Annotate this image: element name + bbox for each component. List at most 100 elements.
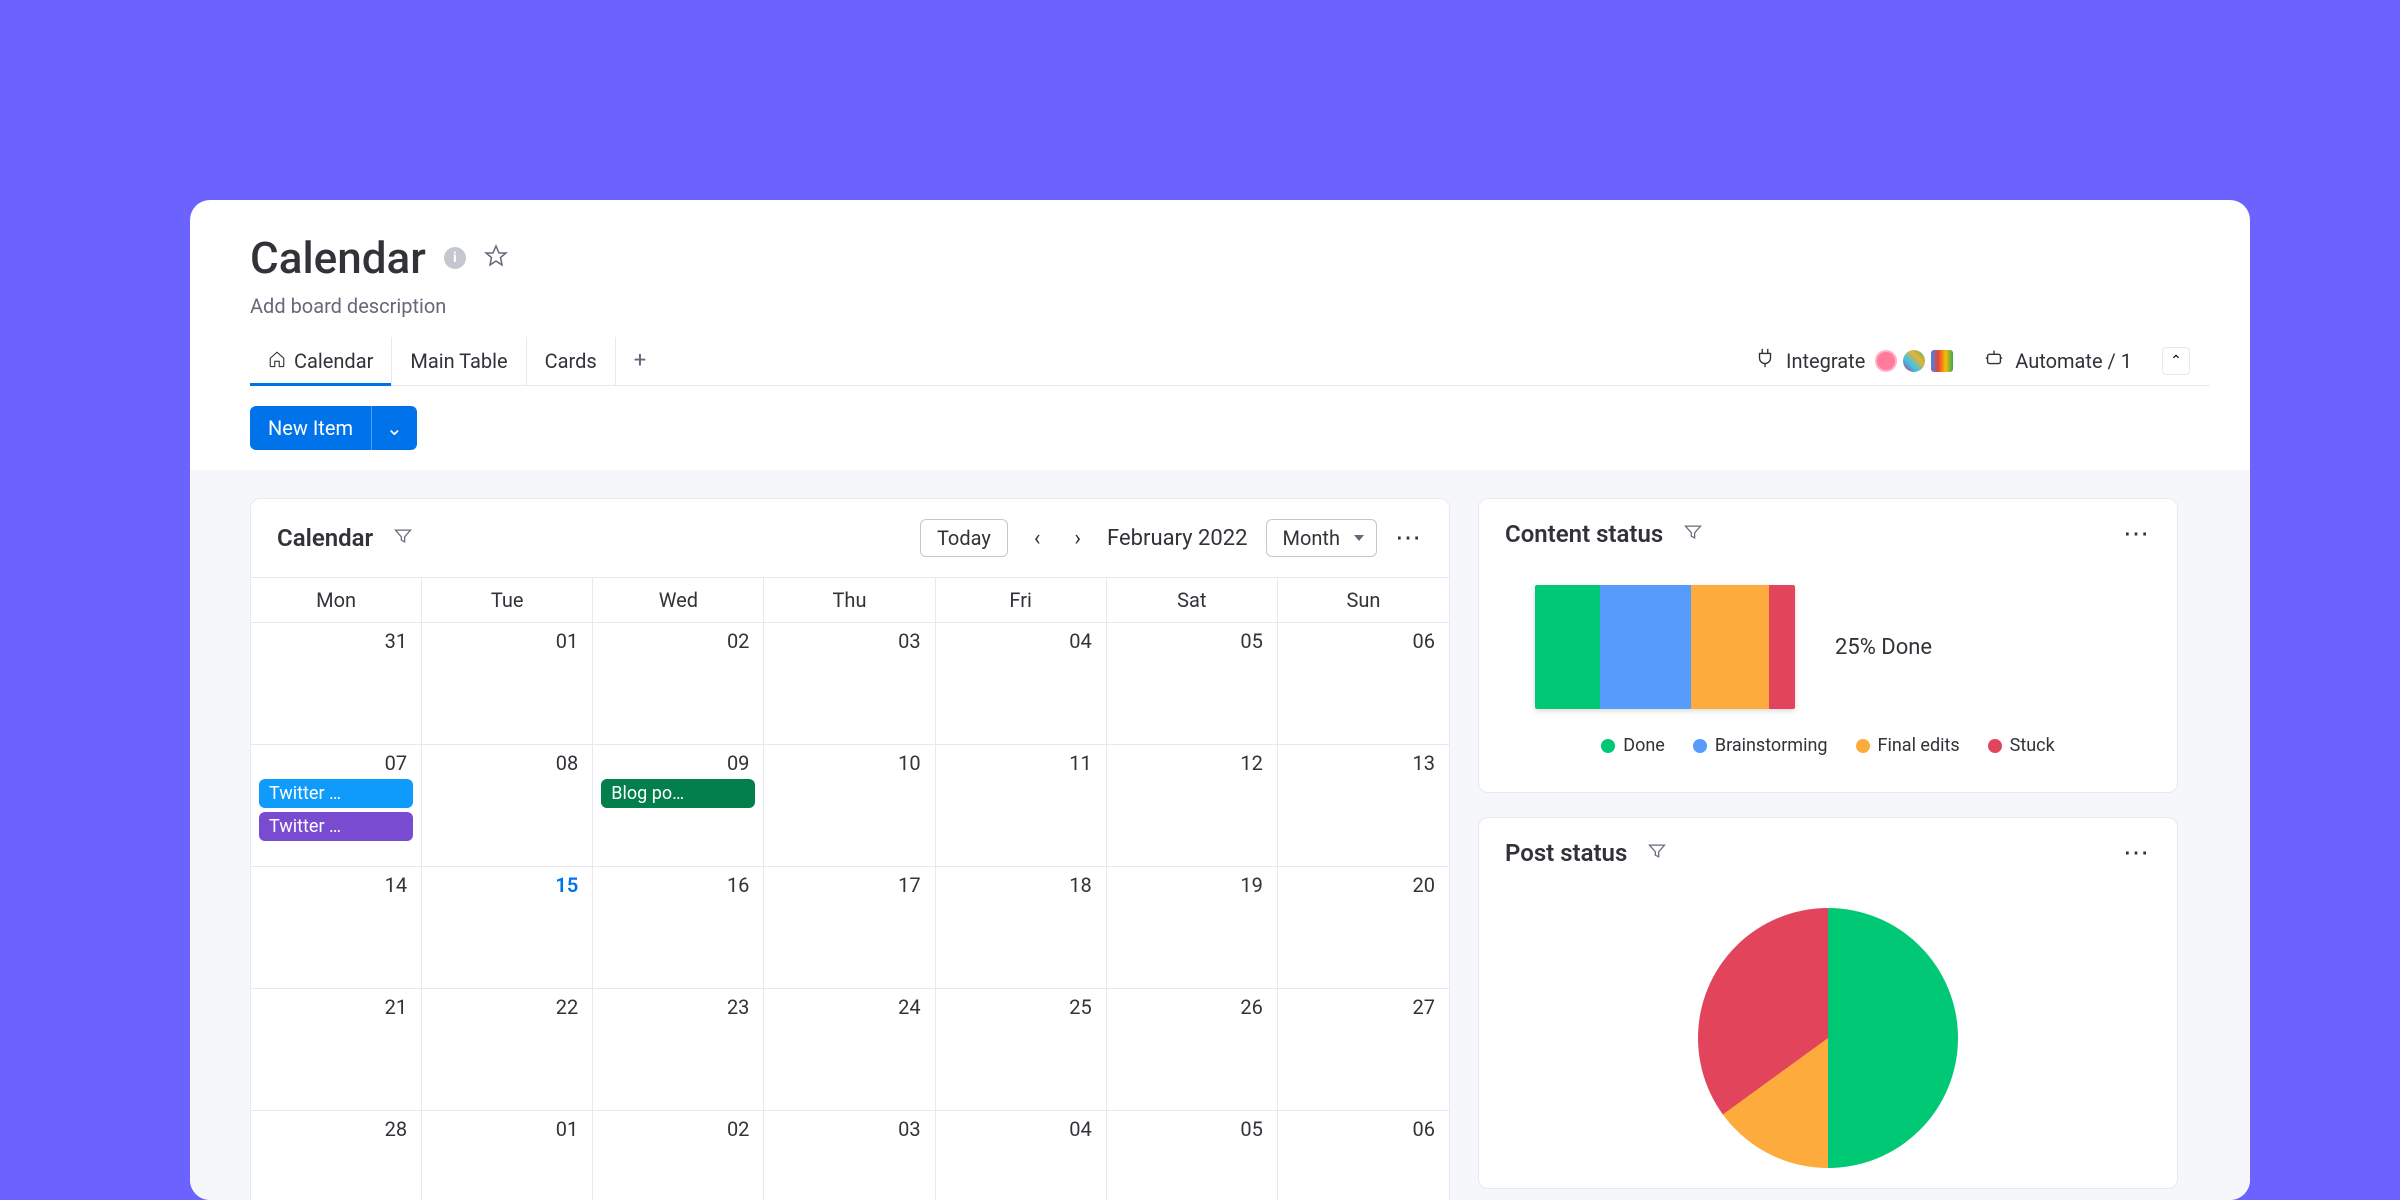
view-select[interactable]: Month (1266, 519, 1377, 557)
calendar-day-cell[interactable]: 22 (422, 989, 593, 1111)
calendar-week-row: 21 22 23 24252627 (251, 989, 1449, 1111)
star-icon[interactable] (484, 244, 508, 272)
calendar-day-cell[interactable]: 04 (936, 1111, 1107, 1200)
day-number: 06 (1286, 1117, 1441, 1141)
more-menu-button[interactable]: ⋯ (1395, 523, 1423, 553)
calendar-day-cell[interactable]: 17 (764, 867, 935, 989)
calendar-day-cell[interactable]: 03 (764, 623, 935, 745)
calendar-day-cell[interactable]: 01 (422, 623, 593, 745)
calendar-day-cell[interactable]: 15 (422, 867, 593, 989)
calendar-day-cell[interactable]: 16 (593, 867, 764, 989)
legend-item[interactable]: Stuck (1988, 735, 2055, 756)
tabs-right: Integrate Automate / 1 ⌃ (1754, 347, 2190, 375)
filter-icon[interactable] (393, 526, 413, 550)
calendar-day-cell[interactable]: 14 (251, 867, 422, 989)
legend-label: Final edits (1878, 735, 1960, 756)
calendar-day-cell[interactable]: 23 (593, 989, 764, 1111)
day-number: 21 (259, 995, 413, 1019)
integrate-button[interactable]: Integrate (1754, 347, 1953, 374)
info-icon[interactable]: i (444, 247, 466, 269)
day-number: 23 (601, 995, 755, 1019)
calendar-day-cell[interactable]: 28 (251, 1111, 422, 1200)
stacked-bar-chart: 25% Done (1505, 569, 2151, 725)
calendar-day-cell[interactable]: 26 (1107, 989, 1278, 1111)
current-month-label: February 2022 (1107, 526, 1247, 551)
calendar-day-cell[interactable]: 11 (936, 745, 1107, 867)
calendar-event[interactable]: Blog po… (601, 779, 755, 808)
calendar-day-cell[interactable]: 25 (936, 989, 1107, 1111)
post-status-header: Post status ⋯ (1479, 818, 2177, 888)
day-number: 13 (1286, 751, 1441, 775)
today-button[interactable]: Today (920, 519, 1008, 557)
legend-dot (1856, 739, 1870, 753)
prev-month-button[interactable]: ‹ (1026, 522, 1049, 555)
stacked-bar-segment[interactable] (1691, 585, 1769, 709)
calendar-day-cell[interactable]: 20 (1278, 867, 1449, 989)
day-number: 31 (259, 629, 413, 653)
new-item-button[interactable]: New Item ⌄ (250, 406, 417, 450)
calendar-day-cell[interactable]: 07Twitter …Twitter … (251, 745, 422, 867)
day-number: 20 (1286, 873, 1441, 897)
content-status-header: Content status ⋯ (1479, 499, 2177, 569)
calendar-event[interactable]: Twitter … (259, 779, 413, 808)
day-of-week-label: Tue (422, 578, 593, 623)
calendar-day-cell[interactable]: 06 (1278, 623, 1449, 745)
more-menu-button[interactable]: ⋯ (2123, 519, 2151, 549)
content-status-body: 25% Done Done Brainstorming Final edits Stu… (1479, 569, 2177, 792)
calendar-day-cell[interactable]: 02 (593, 623, 764, 745)
legend-item[interactable]: Done (1601, 735, 1665, 756)
stacked-bar-segment[interactable] (1600, 585, 1691, 709)
calendar-day-cell[interactable]: 01 (422, 1111, 593, 1200)
calendar-day-cell[interactable]: 09 Blog po… (593, 745, 764, 867)
board-description[interactable]: Add board description (250, 294, 2210, 318)
plug-icon (1754, 347, 1776, 374)
legend-dot (1988, 739, 2002, 753)
legend-item[interactable]: Brainstorming (1693, 735, 1828, 756)
filter-icon[interactable] (1683, 522, 1703, 546)
day-number: 28 (259, 1117, 413, 1141)
toolbar: New Item ⌄ (190, 386, 2250, 450)
calendar-day-cell[interactable]: 06 (1278, 1111, 1449, 1200)
calendar-day-cell[interactable]: 10 (764, 745, 935, 867)
legend-item[interactable]: Final edits (1856, 735, 1960, 756)
calendar-day-cell[interactable]: 18 (936, 867, 1107, 989)
tab-calendar[interactable]: Calendar (250, 337, 392, 385)
collapse-button[interactable]: ⌃ (2162, 347, 2190, 375)
calendar-day-cell[interactable]: 21 (251, 989, 422, 1111)
calendar-day-cell[interactable]: 05 (1107, 1111, 1278, 1200)
stacked-bar-summary: 25% Done (1835, 635, 1932, 660)
day-number: 08 (430, 751, 584, 775)
day-number: 09 (601, 751, 755, 775)
calendar-day-cell[interactable]: 12 (1107, 745, 1278, 867)
calendar-day-cell[interactable]: 03 (764, 1111, 935, 1200)
calendar-day-cell[interactable]: 02 (593, 1111, 764, 1200)
filter-icon[interactable] (1647, 841, 1667, 865)
next-month-button[interactable]: › (1066, 522, 1089, 555)
calendar-day-cell[interactable]: 08 (422, 745, 593, 867)
calendar-event[interactable]: Twitter … (259, 812, 413, 841)
legend-dot (1601, 739, 1615, 753)
calendar-day-cell[interactable]: 04 (936, 623, 1107, 745)
stacked-bar-segment[interactable] (1535, 585, 1600, 709)
automate-button[interactable]: Automate / 1 (1983, 347, 2132, 374)
calendar-panel-header: Calendar Today ‹ › February 2022 Month ⋯ (251, 499, 1449, 577)
calendar-day-cell[interactable]: 31 (251, 623, 422, 745)
calendar-panel: Calendar Today ‹ › February 2022 Month ⋯… (250, 498, 1450, 1200)
new-item-dropdown[interactable]: ⌄ (371, 406, 417, 450)
calendar-day-cell[interactable]: 05 (1107, 623, 1278, 745)
stacked-bar-segment[interactable] (1769, 585, 1795, 709)
calendar-day-cell[interactable]: 19 (1107, 867, 1278, 989)
calendar-week-row: 141516 17 1819 20 (251, 867, 1449, 989)
day-of-week-label: Fri (936, 578, 1107, 623)
post-status-panel: Post status ⋯ (1478, 817, 2178, 1189)
tab-cards[interactable]: Cards (527, 337, 616, 385)
more-menu-button[interactable]: ⋯ (2123, 838, 2151, 868)
add-view-button[interactable]: + (616, 336, 664, 385)
calendar-day-cell[interactable]: 27 (1278, 989, 1449, 1111)
day-number: 17 (772, 873, 926, 897)
day-number: 04 (944, 629, 1098, 653)
calendar-day-cell[interactable]: 13 (1278, 745, 1449, 867)
tab-main-table[interactable]: Main Table (392, 337, 526, 385)
new-item-label[interactable]: New Item (250, 406, 371, 450)
calendar-day-cell[interactable]: 24 (764, 989, 935, 1111)
